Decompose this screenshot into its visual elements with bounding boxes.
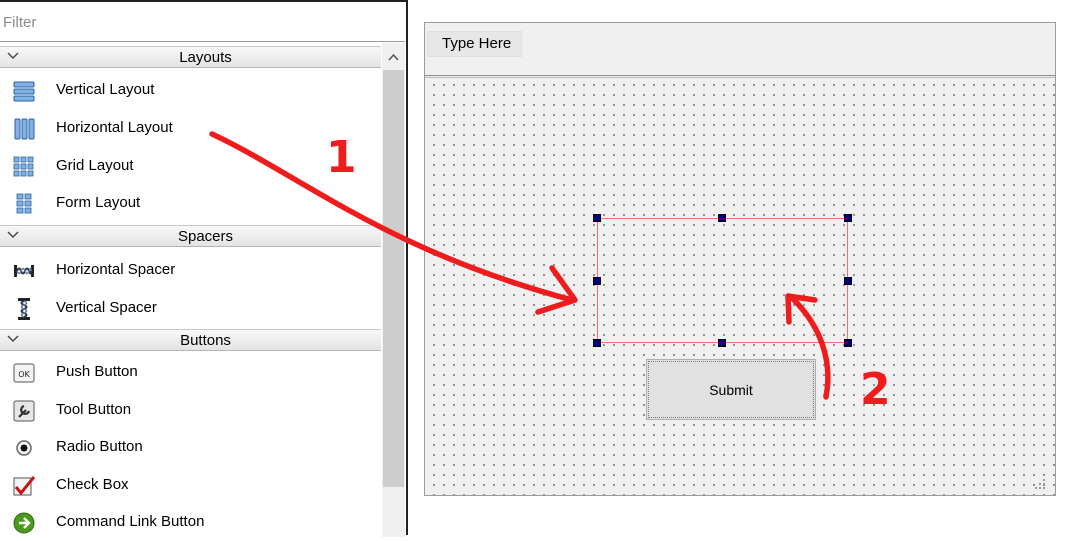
widget-check-box[interactable]: Check Box — [0, 467, 381, 504]
command-link-icon — [13, 512, 35, 534]
widget-vertical-spacer[interactable]: Vertical Spacer — [0, 290, 381, 327]
category-layouts[interactable]: Layouts — [0, 46, 381, 68]
widget-list: Layouts Vertical Layout Horizontal Layou… — [0, 43, 381, 537]
widget-command-link-button[interactable]: Command Link Button — [0, 504, 381, 541]
widget-label: Form Layout — [56, 194, 141, 211]
size-grip-icon[interactable] — [1034, 478, 1046, 490]
widget-label: Grid Layout — [56, 157, 134, 174]
grid-layout-icon — [13, 156, 34, 177]
resize-handle[interactable] — [844, 339, 852, 347]
push-button-icon: OK — [13, 363, 35, 383]
widget-radio-button[interactable]: Radio Button — [0, 429, 381, 466]
horizontal-layout-icon — [14, 118, 35, 140]
widget-list-scrollbar[interactable] — [382, 43, 405, 537]
category-label: Spacers — [177, 228, 234, 245]
resize-handle[interactable] — [593, 214, 601, 222]
tool-button-icon — [13, 400, 35, 422]
menu-separator — [425, 75, 1055, 76]
vertical-spacer-icon — [18, 298, 30, 320]
category-buttons[interactable]: Buttons — [0, 329, 381, 351]
widget-label: Tool Button — [56, 401, 132, 418]
filter-box — [0, 4, 405, 42]
resize-handle[interactable] — [718, 339, 726, 347]
widget-horizontal-spacer[interactable]: Horizontal Spacer — [0, 252, 381, 289]
filter-input[interactable] — [0, 4, 398, 40]
resize-handle[interactable] — [844, 277, 852, 285]
widget-vertical-layout[interactable]: Vertical Layout — [0, 72, 381, 109]
menu-bar: Type Here — [425, 23, 1055, 57]
widget-label: Vertical Spacer — [56, 299, 157, 316]
radio-button-icon — [16, 440, 32, 456]
widget-tool-button[interactable]: Tool Button — [0, 392, 381, 429]
widget-grid-layout[interactable]: Grid Layout — [0, 148, 381, 185]
widget-label: Check Box — [56, 476, 129, 493]
scrollbar-thumb[interactable] — [383, 70, 404, 487]
category-spacers[interactable]: Spacers — [0, 225, 381, 247]
panel-divider — [406, 0, 408, 535]
category-label: Layouts — [179, 49, 232, 66]
scroll-up-arrow-icon[interactable] — [382, 45, 405, 69]
resize-handle[interactable] — [844, 214, 852, 222]
step-number-2: 2 — [860, 364, 891, 415]
horizontal-layout-selection[interactable] — [597, 218, 848, 343]
vertical-layout-icon — [13, 81, 35, 102]
horizontal-spacer-icon — [14, 265, 34, 277]
category-label: Buttons — [180, 332, 231, 349]
widget-label: Horizontal Spacer — [56, 261, 176, 278]
step-number-1: 1 — [326, 132, 357, 183]
widget-label: Horizontal Layout — [56, 119, 173, 136]
resize-handle[interactable] — [593, 339, 601, 347]
widget-label: Push Button — [56, 363, 138, 380]
menu-type-here[interactable]: Type Here — [427, 31, 523, 57]
resize-handle[interactable] — [718, 214, 726, 222]
submit-button[interactable]: Submit — [646, 359, 816, 420]
resize-handle[interactable] — [593, 277, 601, 285]
form-layout-icon — [16, 193, 32, 214]
check-box-icon — [13, 476, 35, 496]
widget-box: Layouts Vertical Layout Horizontal Layou… — [0, 0, 407, 537]
widget-label: Command Link Button — [56, 513, 205, 530]
widget-label: Vertical Layout — [56, 81, 155, 98]
widget-horizontal-layout[interactable]: Horizontal Layout — [0, 110, 381, 147]
ok-icon-text: OK — [18, 370, 30, 379]
widget-push-button[interactable]: OK Push Button — [0, 354, 381, 391]
widget-label: Radio Button — [56, 438, 143, 455]
widget-form-layout[interactable]: Form Layout — [0, 185, 381, 222]
